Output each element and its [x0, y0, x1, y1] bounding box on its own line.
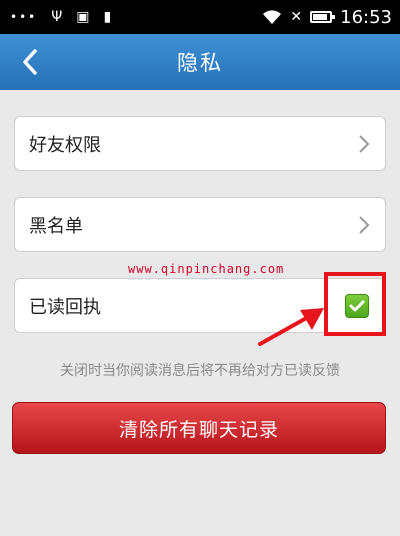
clear-chat-history-button[interactable]: 清除所有聊天记录 — [12, 402, 386, 454]
sd-card-icon: ▮ — [103, 9, 112, 25]
clock: 16:53 — [340, 6, 392, 28]
no-signal-icon: ✕ — [290, 9, 303, 25]
usb-icon: Ψ — [51, 9, 63, 25]
friend-permission-label: 好友权限 — [29, 134, 101, 156]
highlight-box — [324, 272, 386, 336]
blacklist-label: 黑名单 — [29, 215, 83, 237]
battery-icon — [310, 11, 336, 23]
dots-icon: ••• — [10, 10, 38, 24]
watermark-text: www.qinpinchang.com — [128, 262, 285, 276]
read-receipt-hint: 关闭时当你阅读消息后将不再给对方已读反馈 — [60, 363, 340, 379]
chevron-right-icon — [359, 215, 370, 234]
chevron-right-icon — [359, 134, 370, 153]
blacklist-item[interactable]: 黑名单 — [14, 197, 386, 252]
page-title: 隐私 — [177, 51, 223, 75]
red-arrow-icon — [258, 308, 324, 346]
title-bar: 隐私 — [0, 34, 400, 90]
friend-permission-item[interactable]: 好友权限 — [14, 116, 386, 171]
status-bar: ••• Ψ ▣ ▮ ✕ 16:53 — [0, 0, 400, 34]
notification-icon: ▣ — [76, 9, 90, 25]
read-receipt-label: 已读回执 — [29, 296, 101, 318]
wifi-icon — [263, 10, 282, 24]
